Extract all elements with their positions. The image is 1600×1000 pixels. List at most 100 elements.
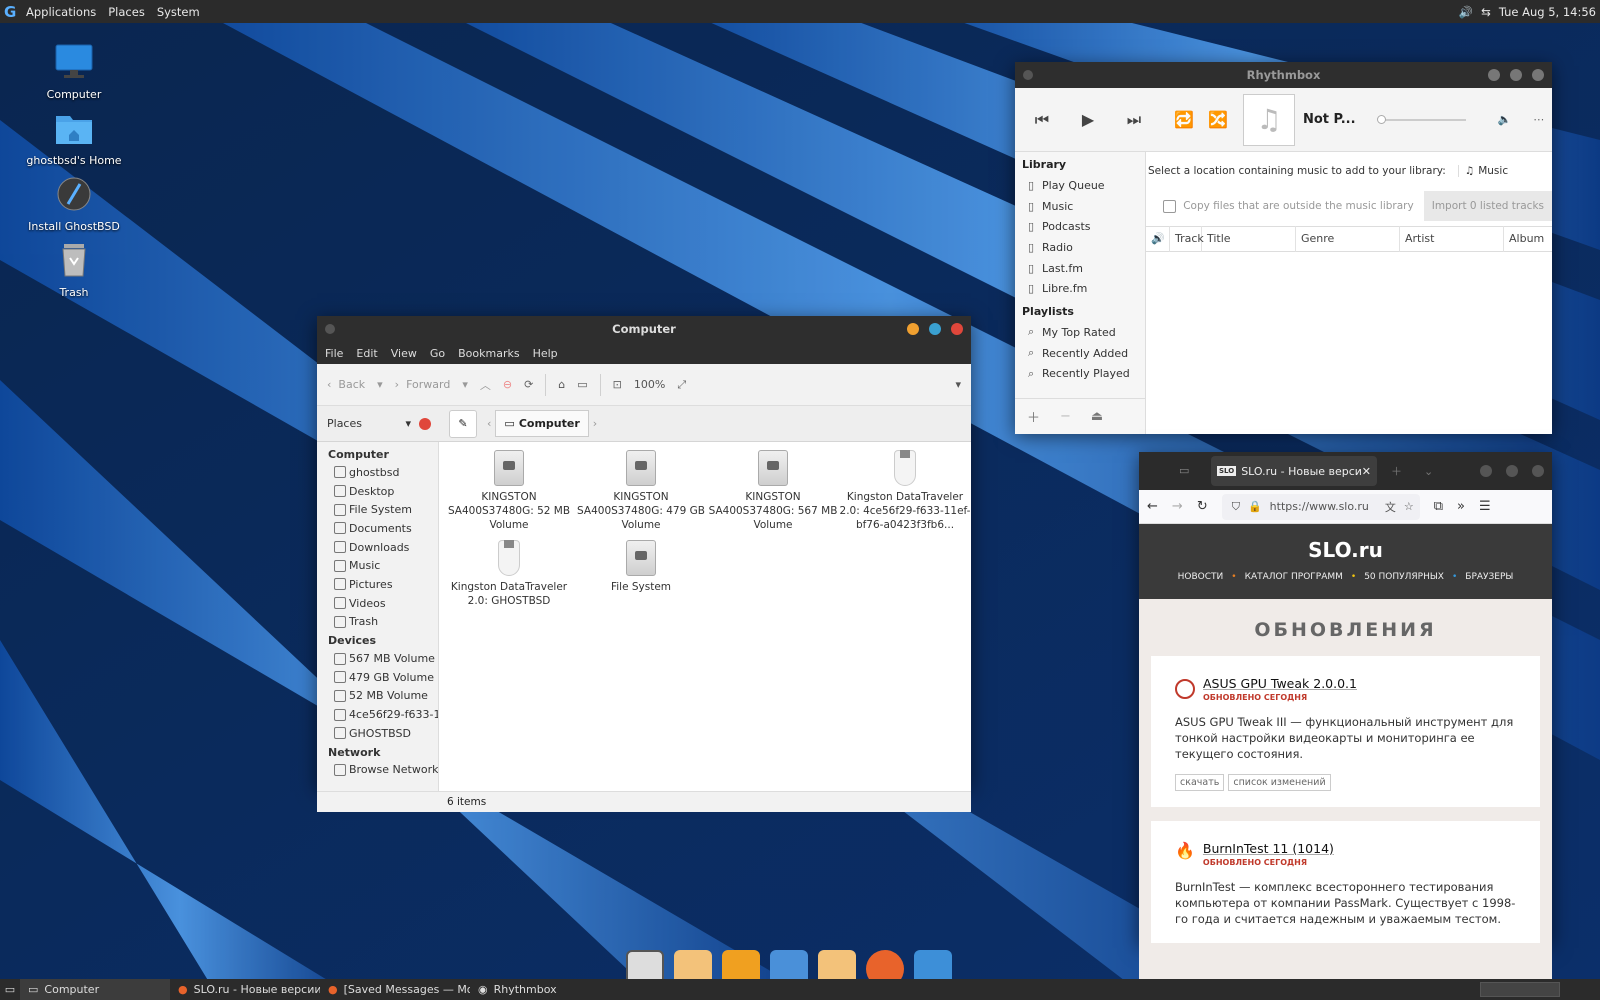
download-link[interactable]: скачать bbox=[1175, 774, 1225, 791]
sidebar-source-item[interactable]: ▯ Libre.fm bbox=[1015, 278, 1145, 299]
overflow-chevron-icon[interactable]: » bbox=[1457, 499, 1465, 514]
remove-playlist-icon[interactable]: − bbox=[1060, 409, 1071, 424]
back-icon[interactable]: ← bbox=[1147, 499, 1158, 514]
previous-track-icon[interactable]: ⏮ bbox=[1025, 110, 1059, 130]
file-item[interactable]: Kingston DataTraveler 2.0: GHOSTBSD bbox=[443, 540, 575, 630]
next-track-icon[interactable]: ⏭ bbox=[1117, 110, 1151, 130]
rhythmbox-titlebar[interactable]: Rhythmbox bbox=[1015, 62, 1552, 88]
tab-overview-icon[interactable]: ▭ bbox=[1179, 464, 1189, 477]
sidebar-network-item[interactable]: Browse Network bbox=[317, 761, 438, 780]
menu-applications[interactable]: Applications bbox=[26, 5, 96, 19]
close-tab-icon[interactable]: ✕ bbox=[1362, 465, 1371, 478]
up-icon[interactable]: ︿ bbox=[480, 377, 491, 393]
sidebar-device-item[interactable]: 479 GB Volume bbox=[317, 668, 438, 687]
menu-bookmarks[interactable]: Bookmarks bbox=[458, 347, 519, 360]
column-playing-icon[interactable]: 🔊 bbox=[1146, 226, 1170, 252]
zoom-fit-icon[interactable]: ⤢ bbox=[677, 378, 686, 392]
desktop-icon-install[interactable]: Install GhostBSD bbox=[20, 174, 128, 233]
browser-tab[interactable]: SLO SLO.ru - Новые версии п ✕ bbox=[1211, 456, 1377, 486]
places-dropdown[interactable]: Places ▾ bbox=[317, 417, 411, 430]
sidebar-place-item[interactable]: Pictures bbox=[317, 575, 438, 594]
reload-icon[interactable]: ↻ bbox=[1197, 499, 1208, 514]
new-tab-icon[interactable]: ＋ bbox=[1391, 463, 1402, 479]
network-icon[interactable]: ⇆ bbox=[1481, 5, 1491, 19]
close-button[interactable] bbox=[951, 323, 963, 335]
add-playlist-icon[interactable]: ＋ bbox=[1027, 407, 1040, 426]
task-telegram[interactable]: ● [Saved Messages — Mo... bbox=[320, 979, 470, 1000]
sidebar-place-item[interactable]: Videos bbox=[317, 594, 438, 613]
seek-handle[interactable] bbox=[1376, 114, 1386, 124]
sidebar-source-item[interactable]: ⌕ Recently Added bbox=[1015, 343, 1145, 364]
translate-icon[interactable]: 文 bbox=[1385, 499, 1396, 515]
sidebar-device-item[interactable]: 4ce56f29-f633-1... bbox=[317, 705, 438, 724]
clock[interactable]: Tue Aug 5, 14:56 bbox=[1499, 5, 1596, 19]
computer-view-icon[interactable]: ▭ bbox=[577, 378, 587, 391]
minimize-button[interactable] bbox=[1488, 69, 1500, 81]
window-menu-icon[interactable] bbox=[1023, 70, 1033, 80]
file-item[interactable]: KINGSTON SA400S37480G: 52 MB Volume bbox=[443, 450, 575, 540]
sidebar-place-item[interactable]: File System bbox=[317, 500, 438, 519]
url-bar[interactable]: ⛉ 🔒 https://www.slo.ru 文 ☆ bbox=[1221, 493, 1420, 520]
column-artist[interactable]: Artist bbox=[1400, 226, 1504, 252]
stop-icon[interactable]: ⊖ bbox=[503, 378, 512, 391]
sidebar-source-item[interactable]: ▯ Music bbox=[1015, 196, 1145, 217]
card-title[interactable]: ASUS GPU Tweak 2.0.0.1 bbox=[1203, 676, 1357, 691]
home-icon[interactable]: ⌂ bbox=[558, 378, 565, 391]
shield-icon[interactable]: ⛉ bbox=[1232, 500, 1240, 514]
forward-history-icon[interactable]: ▾ bbox=[462, 378, 468, 391]
menu-edit[interactable]: Edit bbox=[356, 347, 377, 360]
site-nav-popular[interactable]: 50 ПОПУЛЯРНЫХ bbox=[1364, 572, 1444, 582]
sidebar-place-item[interactable]: Desktop bbox=[317, 482, 438, 501]
maximize-button[interactable] bbox=[1506, 465, 1518, 477]
menu-help[interactable]: Help bbox=[533, 347, 558, 360]
desktop-icon-home[interactable]: ghostbsd's Home bbox=[20, 108, 128, 167]
workspace-switcher[interactable] bbox=[1480, 982, 1560, 997]
hamburger-menu-icon[interactable]: ☰ bbox=[1479, 499, 1491, 514]
column-track[interactable]: Track bbox=[1170, 226, 1204, 252]
menu-view[interactable]: View bbox=[391, 347, 417, 360]
menu-places[interactable]: Places bbox=[108, 5, 145, 19]
desktop-icon-computer[interactable]: Computer bbox=[20, 42, 128, 101]
forward-button[interactable]: › Forward bbox=[395, 378, 451, 391]
maximize-button[interactable] bbox=[929, 323, 941, 335]
maximize-button[interactable] bbox=[1510, 69, 1522, 81]
back-history-icon[interactable]: ▾ bbox=[377, 378, 383, 391]
toolbar-overflow-icon[interactable]: ▾ bbox=[955, 378, 961, 391]
menu-go[interactable]: Go bbox=[430, 347, 445, 360]
sidebar-place-item[interactable]: Music bbox=[317, 556, 438, 575]
file-item[interactable]: KINGSTON SA400S37480G: 479 GB Volume bbox=[575, 450, 707, 540]
volume-icon[interactable]: 🔊 bbox=[1459, 5, 1473, 19]
site-nav-news[interactable]: НОВОСТИ bbox=[1178, 572, 1224, 582]
sidebar-place-item[interactable]: ghostbsd bbox=[317, 463, 438, 482]
sidebar-device-item[interactable]: 52 MB Volume bbox=[317, 687, 438, 706]
task-browser[interactable]: ● SLO.ru - Новые версии ... bbox=[170, 979, 320, 1000]
import-button[interactable]: Import 0 listed tracks bbox=[1423, 191, 1552, 221]
extensions-icon[interactable]: ⧉ bbox=[1434, 499, 1443, 514]
lock-icon[interactable]: 🔒 bbox=[1248, 500, 1262, 513]
task-computer[interactable]: ▭ Computer bbox=[20, 979, 170, 1000]
reload-icon[interactable]: ⟳ bbox=[524, 378, 533, 391]
volume-icon[interactable]: 🔈 bbox=[1498, 113, 1512, 126]
window-menu-icon[interactable] bbox=[325, 324, 335, 334]
menu-system[interactable]: System bbox=[157, 5, 200, 19]
sidebar-device-item[interactable]: GHOSTBSD bbox=[317, 724, 438, 743]
file-item[interactable]: KINGSTON SA400S37480G: 567 MB Volume bbox=[707, 450, 839, 540]
column-album[interactable]: Album bbox=[1504, 226, 1552, 252]
back-button[interactable]: ‹ Back bbox=[327, 378, 365, 391]
path-scroll-right-icon[interactable]: › bbox=[593, 417, 597, 430]
site-logo[interactable]: SLO.ru bbox=[1139, 524, 1552, 562]
site-nav-catalog[interactable]: КАТАЛОГ ПРОГРАММ bbox=[1245, 572, 1343, 582]
task-rhythmbox[interactable]: ◉ Rhythmbox bbox=[470, 979, 600, 1000]
menu-file[interactable]: File bbox=[325, 347, 343, 360]
show-desktop-icon[interactable]: ▭ bbox=[0, 983, 20, 996]
sidebar-source-item[interactable]: ⌕ My Top Rated bbox=[1015, 322, 1145, 343]
seek-slider[interactable] bbox=[1376, 114, 1466, 124]
file-view[interactable]: KINGSTON SA400S37480G: 52 MB Volume KINGS… bbox=[439, 442, 971, 791]
sidebar-place-item[interactable]: Documents bbox=[317, 519, 438, 538]
column-genre[interactable]: Genre bbox=[1296, 226, 1400, 252]
changelog-link[interactable]: список изменений bbox=[1228, 774, 1331, 791]
minimize-button[interactable] bbox=[1480, 465, 1492, 477]
close-button[interactable] bbox=[1532, 465, 1544, 477]
sidebar-source-item[interactable]: ▯ Podcasts bbox=[1015, 216, 1145, 237]
forward-icon[interactable]: → bbox=[1172, 499, 1183, 514]
